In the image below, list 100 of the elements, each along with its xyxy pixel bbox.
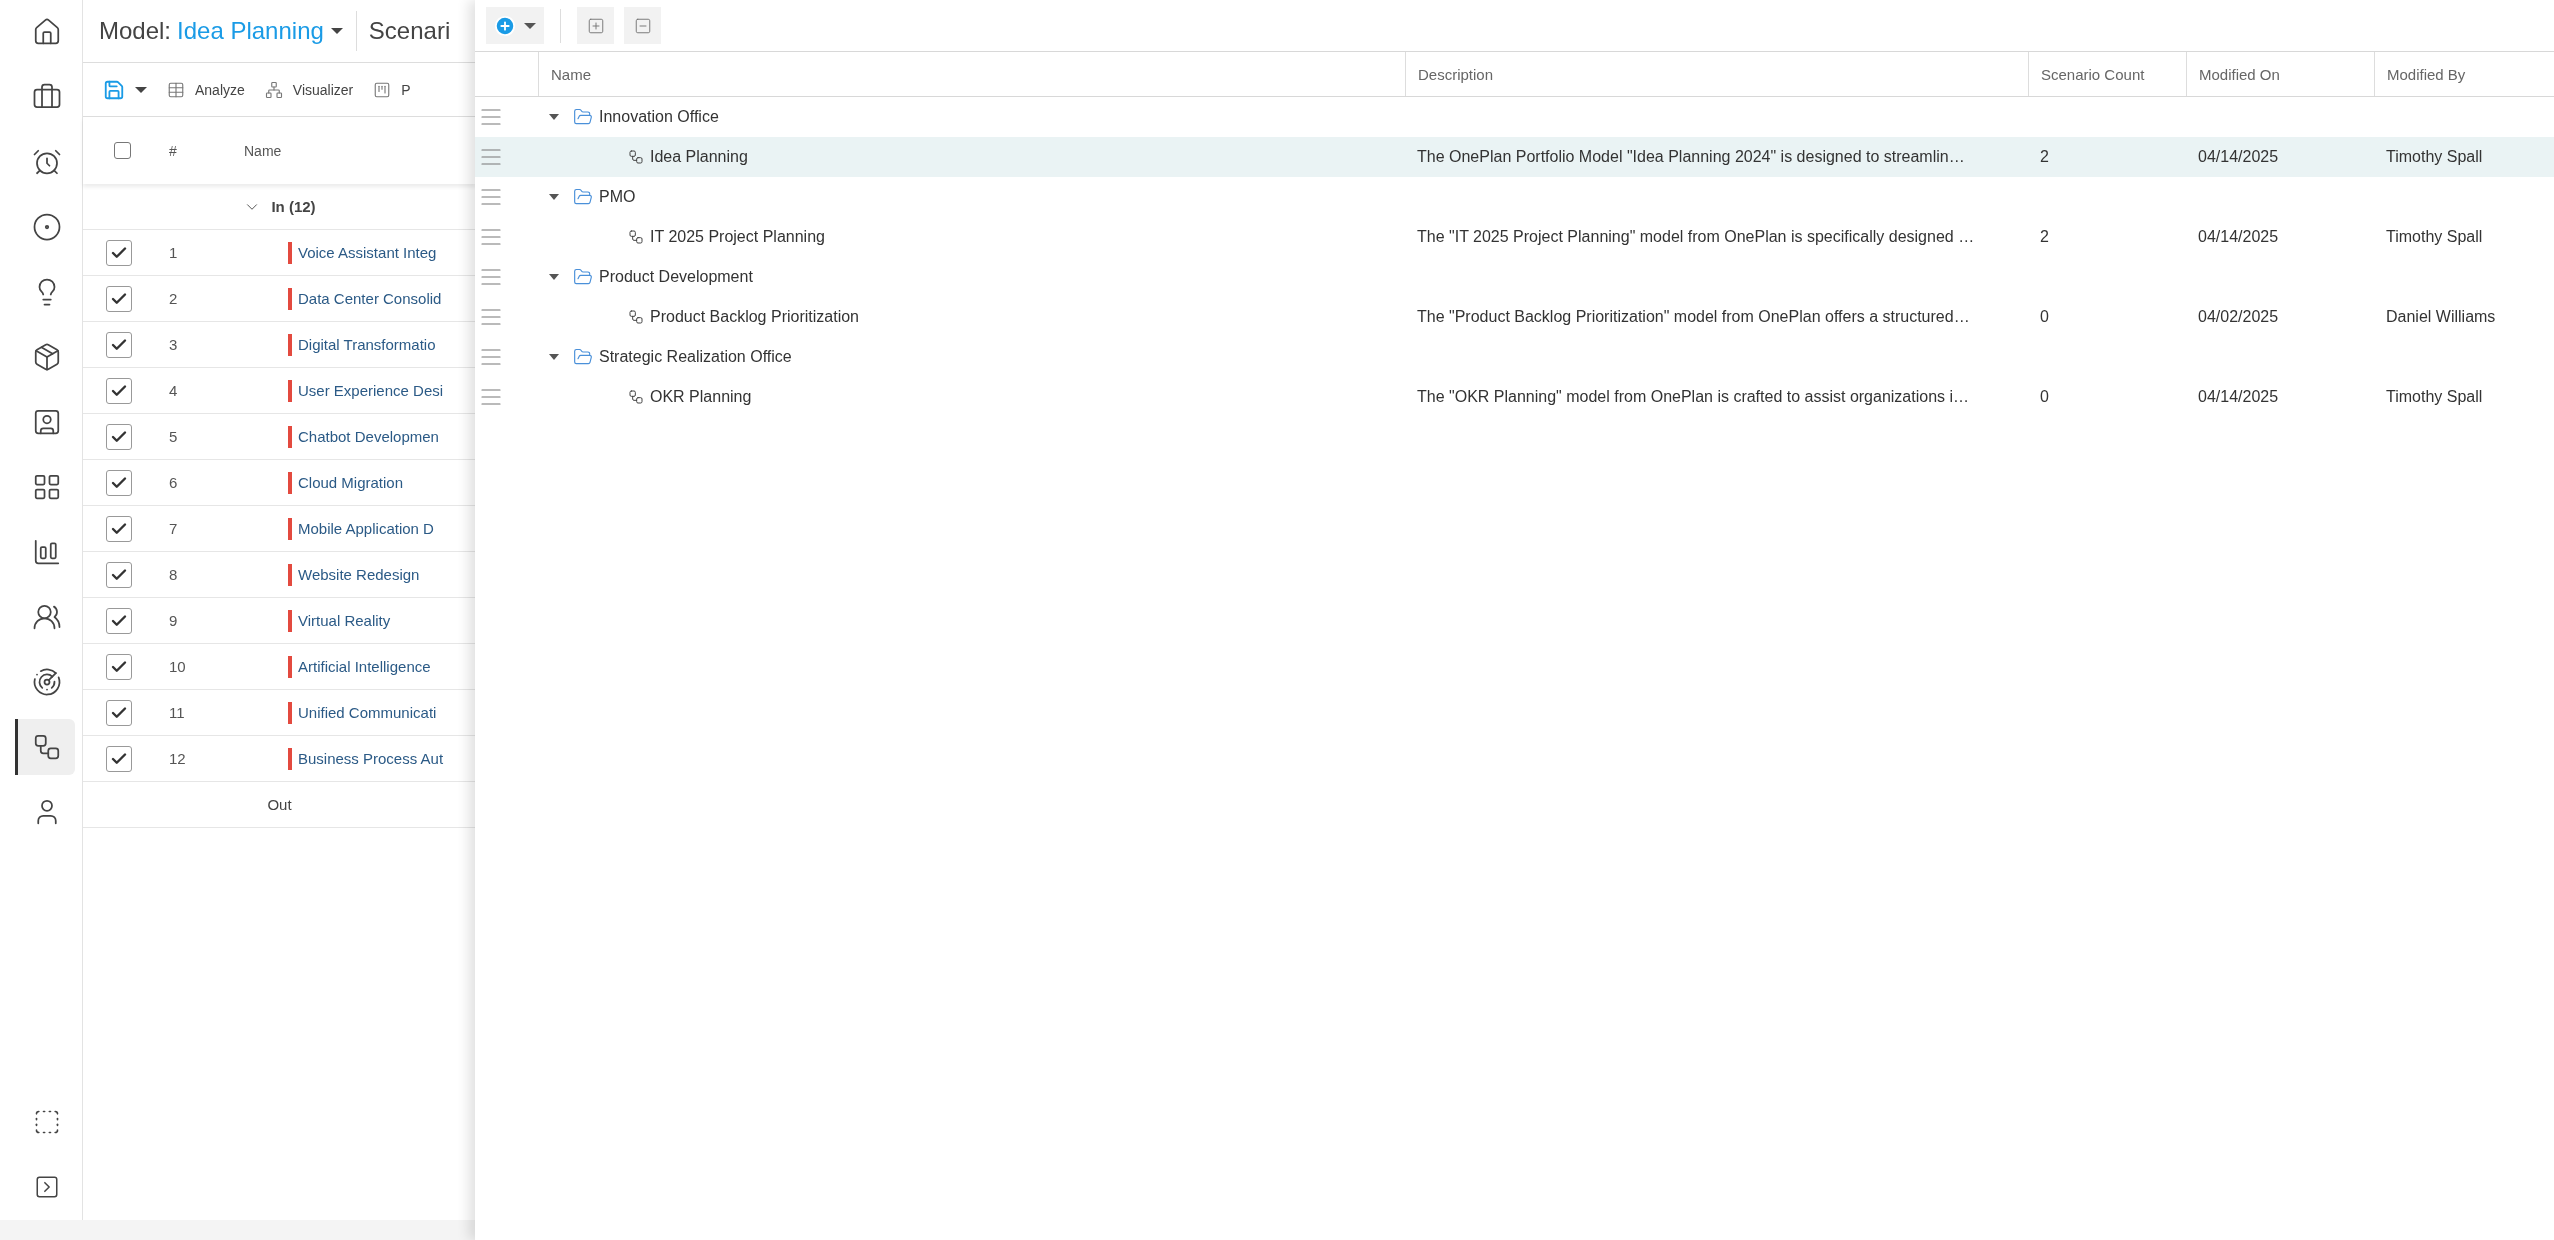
project-name[interactable]: Voice Assistant Integ bbox=[298, 244, 437, 261]
priority-bar bbox=[288, 471, 292, 494]
row-number: 4 bbox=[168, 382, 179, 399]
save-icon bbox=[103, 78, 125, 101]
table-icon bbox=[167, 80, 185, 99]
nav-button[interactable] bbox=[15, 719, 75, 775]
table-row[interactable]: Product Development bbox=[475, 257, 2554, 297]
table-row[interactable]: Innovation Office bbox=[475, 97, 2554, 137]
priority-bar bbox=[288, 563, 292, 586]
column-header[interactable]: Modified On bbox=[2186, 52, 2374, 96]
project-name[interactable]: Virtual Reality bbox=[298, 612, 391, 629]
table-row[interactable]: Product Backlog Prioritization The "Product Backlog Prioritization" model from OnePlan offers a structured… 0 04/02/2025 Daniel Williams bbox=[475, 297, 2554, 337]
description-cell-text: The "IT 2025 Project Planning" model from OnePlan is specifically designed … bbox=[1416, 228, 1976, 246]
add-icon bbox=[494, 14, 516, 37]
folder-name: Strategic Realization Office bbox=[599, 348, 792, 366]
table-row[interactable]: Strategic Realization Office bbox=[475, 337, 2554, 377]
priority-bar bbox=[288, 241, 292, 264]
select-all-checkbox[interactable] bbox=[114, 142, 131, 159]
description-cell-text: The OnePlan Portfolio Model "Idea Planning 2024" is designed to streamlin… bbox=[1416, 148, 1966, 166]
row-checkbox[interactable] bbox=[106, 377, 132, 404]
column-header[interactable]: Name bbox=[244, 142, 476, 159]
expand-all-button[interactable] bbox=[577, 7, 614, 44]
project-name[interactable]: Website Redesign bbox=[298, 566, 420, 583]
folder-name: Product Development bbox=[599, 268, 753, 286]
description-cell-text: The "Product Backlog Prioritization" model from OnePlan offers a structured… bbox=[1416, 308, 1971, 326]
row-number: 11 bbox=[168, 704, 186, 721]
row-checkbox[interactable] bbox=[106, 653, 132, 680]
add-button[interactable] bbox=[486, 7, 544, 44]
scenario-count-cell-text: 0 bbox=[2039, 308, 2050, 326]
caret-icon bbox=[524, 21, 536, 30]
row-checkbox[interactable] bbox=[106, 699, 132, 726]
users-icon bbox=[31, 602, 62, 632]
row-number: 10 bbox=[168, 658, 187, 675]
row-checkbox[interactable] bbox=[106, 469, 132, 496]
model-icon bbox=[628, 309, 644, 325]
project-name[interactable]: Artificial Intelligence bbox=[298, 658, 431, 675]
toolbar-button[interactable]: Visualizer bbox=[264, 80, 354, 99]
project-name[interactable]: Digital Transformatio bbox=[298, 336, 436, 353]
modified-by-cell-text: Timothy Spall bbox=[2385, 148, 2484, 166]
row-number: 6 bbox=[168, 474, 179, 491]
table-row[interactable]: OKR Planning The "OKR Planning" model from OnePlan is crafted to assist organizations i… 0 04/14/2025 Timothy Spall bbox=[475, 377, 2554, 417]
row-checkbox[interactable] bbox=[106, 607, 132, 634]
folder-icon bbox=[573, 187, 593, 207]
priority-bar bbox=[288, 333, 292, 356]
priority-bar bbox=[288, 655, 292, 678]
table-row[interactable]: PMO bbox=[475, 177, 2554, 217]
project-name[interactable]: Data Center Consolid bbox=[298, 290, 442, 307]
model-name[interactable]: Idea Planning bbox=[650, 148, 748, 166]
modified-on-cell-text: 04/02/2025 bbox=[2197, 308, 2280, 326]
column-header[interactable]: Name bbox=[538, 52, 1405, 96]
model-icon bbox=[628, 389, 644, 405]
folder-name: PMO bbox=[599, 188, 636, 206]
project-name[interactable]: Chatbot Developmen bbox=[298, 428, 439, 445]
row-number: 8 bbox=[168, 566, 179, 583]
row-number: 9 bbox=[168, 612, 179, 629]
scenario-count-cell-text: 2 bbox=[2039, 148, 2050, 166]
column-header[interactable]: # bbox=[163, 142, 244, 159]
table-row[interactable]: Idea Planning The OnePlan Portfolio Model "Idea Planning 2024" is designed to streamlin… 2 04/14/2025 Timothy Spall bbox=[475, 137, 2554, 177]
collapse-all-button[interactable] bbox=[624, 7, 661, 44]
modified-by-cell-text: Daniel Williams bbox=[2385, 308, 2497, 326]
row-checkbox[interactable] bbox=[106, 561, 132, 588]
row-number: 5 bbox=[168, 428, 179, 445]
column-header[interactable]: Scenario Count bbox=[2028, 52, 2186, 96]
chevron-right-icon bbox=[33, 1174, 60, 1200]
row-checkbox[interactable] bbox=[106, 239, 132, 266]
model-name[interactable]: IT 2025 Project Planning bbox=[650, 228, 825, 246]
project-name[interactable]: Business Process Aut bbox=[298, 750, 444, 767]
project-name[interactable]: Cloud Migration bbox=[298, 474, 404, 491]
model-icon bbox=[628, 149, 644, 165]
table-row[interactable]: IT 2025 Project Planning The "IT 2025 Project Planning" model from OnePlan is specifically designed … 2 04/14/2025 Timothy Spall bbox=[475, 217, 2554, 257]
folder-icon bbox=[573, 347, 593, 367]
row-checkbox[interactable] bbox=[106, 515, 132, 542]
model-name[interactable]: Product Backlog Prioritization bbox=[650, 308, 859, 326]
caret-icon bbox=[135, 85, 147, 94]
row-checkbox[interactable] bbox=[106, 423, 132, 450]
row-checkbox[interactable] bbox=[106, 285, 132, 312]
group-label: Out bbox=[267, 796, 292, 813]
modified-by-cell-text: Timothy Spall bbox=[2385, 228, 2484, 246]
alarm-clock-icon bbox=[31, 147, 62, 177]
hierarchy-icon bbox=[264, 80, 283, 99]
description-cell-text: The "OKR Planning" model from OnePlan is crafted to assist organizations i… bbox=[1416, 388, 1971, 406]
row-checkbox[interactable] bbox=[106, 745, 132, 772]
row-checkbox[interactable] bbox=[106, 331, 132, 358]
scenario-count-cell-text: 0 bbox=[2039, 388, 2050, 406]
model-name[interactable]: OKR Planning bbox=[650, 388, 752, 406]
scenario-title: Scenari bbox=[355, 11, 451, 51]
minus-square-icon bbox=[633, 16, 652, 35]
column-header[interactable]: Modified By bbox=[2374, 52, 2554, 96]
toolbar-button[interactable]: Analyze bbox=[167, 80, 245, 99]
row-number: 12 bbox=[168, 750, 187, 767]
radar-icon bbox=[31, 667, 62, 697]
toolbar-button[interactable]: P bbox=[373, 80, 411, 99]
priority-bar bbox=[288, 747, 292, 770]
caret-icon[interactable] bbox=[329, 26, 344, 36]
folder-icon bbox=[573, 107, 593, 127]
project-name[interactable]: Unified Communicati bbox=[298, 704, 437, 721]
column-header[interactable]: Description bbox=[1405, 52, 2028, 96]
save-button[interactable] bbox=[103, 78, 147, 101]
project-name[interactable]: User Experience Desi bbox=[298, 382, 444, 399]
project-name[interactable]: Mobile Application D bbox=[298, 520, 434, 537]
